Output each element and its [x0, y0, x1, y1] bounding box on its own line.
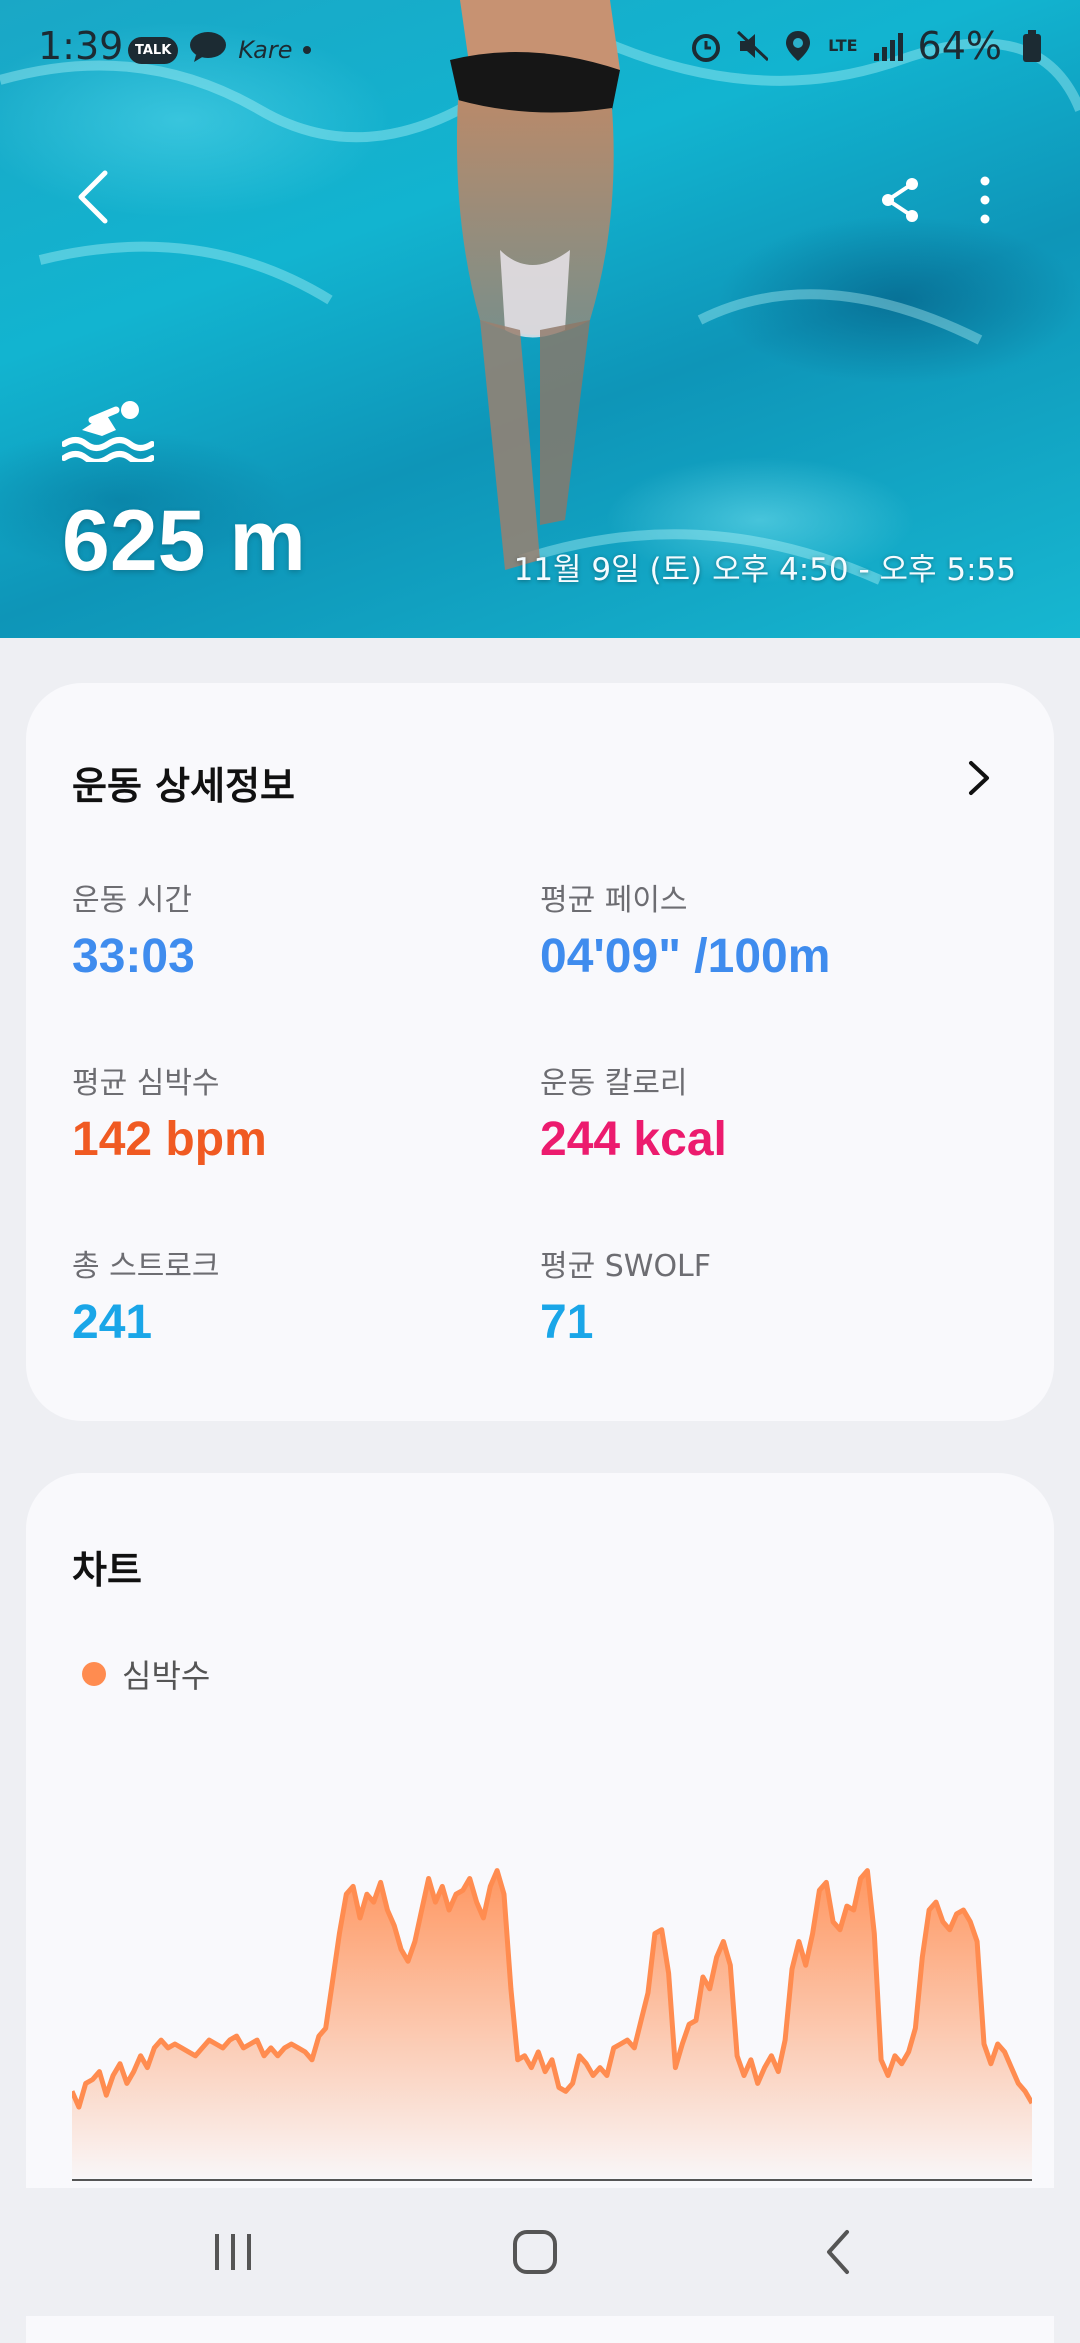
system-back-button[interactable]	[778, 2216, 898, 2288]
swimming-icon	[61, 400, 155, 465]
more-notifications-dot	[302, 46, 311, 54]
mute-icon	[736, 28, 769, 64]
back-icon	[827, 2230, 849, 2274]
legend-swatch	[82, 1662, 106, 1686]
navigation-bar	[0, 2188, 1080, 2316]
battery-level: 64%	[917, 24, 1002, 68]
metric-avg-heart-rate: 평균 심박수 142 bpm	[72, 1058, 267, 1167]
signal-icon	[872, 28, 904, 64]
metric-value: 142 bpm	[72, 1113, 267, 1166]
metric-value: 71	[540, 1296, 594, 1349]
metric-label: 운동 시간	[72, 883, 192, 918]
share-icon	[882, 178, 918, 222]
back-button[interactable]	[58, 162, 128, 232]
back-arrow-icon	[78, 170, 108, 224]
share-button[interactable]	[870, 170, 930, 230]
metric-label: 총 스트로크	[72, 1249, 220, 1284]
metric-label: 평균 SWOLF	[540, 1249, 712, 1284]
metric-value: 244 kcal	[540, 1113, 727, 1166]
details-more-button[interactable]	[954, 753, 1004, 803]
home-icon	[513, 2230, 557, 2274]
metric-total-strokes: 총 스트로크 241	[72, 1241, 220, 1350]
hero-banner: 1:39 TALK Kare LTE 64% 625 m 11월 9일 (토) …	[0, 0, 1080, 638]
system-icons: LTE 64%	[690, 24, 1048, 68]
more-vertical-icon	[980, 176, 990, 224]
notification-icons: TALK Kare	[128, 28, 311, 72]
app-label: Kare	[238, 36, 293, 64]
metric-label: 평균 페이스	[540, 883, 688, 918]
total-distance: 625 m	[62, 493, 306, 589]
metric-label: 평균 심박수	[72, 1066, 220, 1101]
recent-apps-icon	[215, 2234, 251, 2270]
metric-value: 33:03	[72, 930, 195, 983]
alarm-icon	[690, 28, 722, 64]
heart-rate-chart	[72, 1868, 1032, 2181]
battery-icon	[1016, 28, 1048, 64]
legend-label: 심박수	[122, 1657, 211, 1695]
location-icon	[782, 28, 814, 64]
metric-avg-pace: 평균 페이스 04'09" /100m	[540, 875, 830, 984]
metric-workout-time: 운동 시간 33:03	[72, 875, 195, 984]
chart-title: 차트	[72, 1548, 142, 1592]
chart-legend: 심박수	[82, 1651, 210, 1697]
chat-bubble-icon	[188, 28, 228, 72]
metric-calories: 운동 칼로리 244 kcal	[540, 1058, 727, 1167]
recent-apps-button[interactable]	[173, 2216, 293, 2288]
chevron-right-icon	[969, 761, 989, 795]
home-button[interactable]	[475, 2216, 595, 2288]
status-time: 1:39	[38, 24, 124, 68]
metric-value: 241	[72, 1296, 153, 1349]
details-title: 운동 상세정보	[72, 764, 295, 808]
workout-time-range: 11월 9일 (토) 오후 4:50 - 오후 5:55	[513, 552, 1016, 588]
metric-value: 04'09" /100m	[540, 930, 831, 983]
workout-details-card: 운동 상세정보 운동 시간 33:03 평균 페이스 04'09" /100m …	[26, 683, 1054, 1421]
metric-avg-swolf: 평균 SWOLF 71	[540, 1241, 711, 1350]
kakaotalk-icon: TALK	[128, 36, 179, 64]
status-bar: 1:39 TALK Kare LTE 64%	[0, 0, 1080, 96]
more-options-button[interactable]	[960, 170, 1010, 230]
metric-label: 운동 칼로리	[540, 1066, 688, 1101]
network-type: LTE	[828, 36, 858, 55]
heart-rate-area	[72, 1870, 1032, 2178]
